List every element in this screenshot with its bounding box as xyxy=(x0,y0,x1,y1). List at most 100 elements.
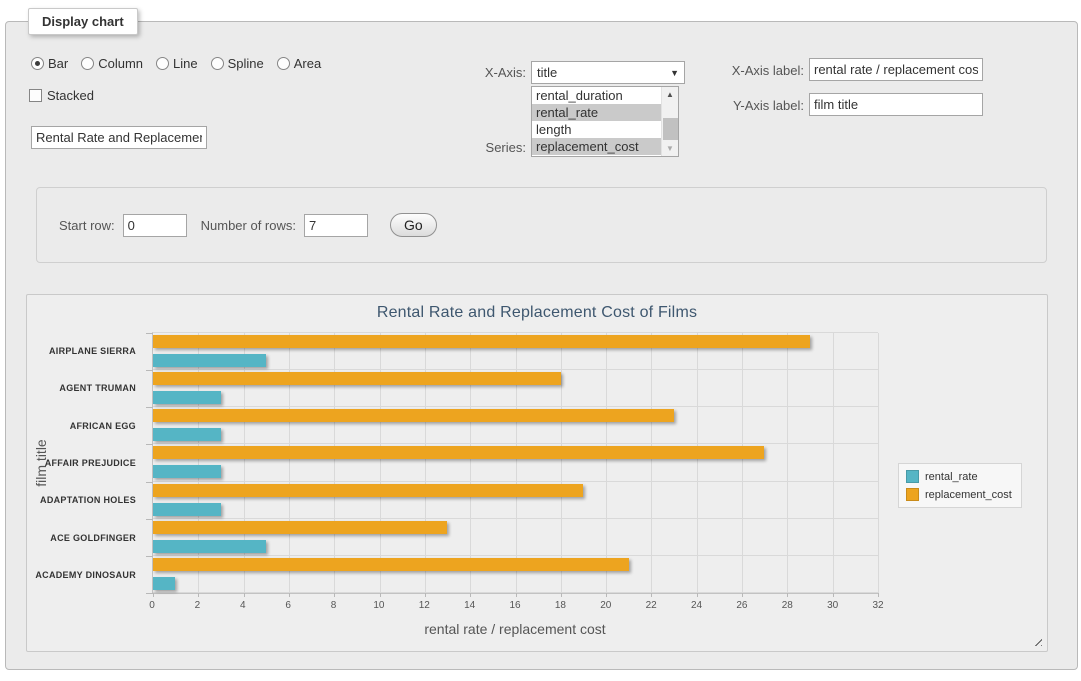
y-tick-mark xyxy=(146,482,153,483)
x-tick-mark xyxy=(289,593,290,597)
series-option-length[interactable]: length xyxy=(532,121,661,138)
radio-label: Column xyxy=(98,56,143,71)
legend-item-replacement_cost[interactable]: replacement_cost xyxy=(906,488,1012,501)
series-option-replacement_cost[interactable]: replacement_cost xyxy=(532,138,661,155)
category-row xyxy=(153,407,878,444)
bar-rental_rate[interactable] xyxy=(153,465,221,478)
x-axis-selected-value: title xyxy=(537,65,557,80)
x-tick-label: 4 xyxy=(240,600,246,611)
legend-label: replacement_cost xyxy=(925,489,1012,501)
gridline xyxy=(878,333,879,593)
series-listbox: rental_durationrental_ratelengthreplacem… xyxy=(531,86,679,157)
bar-replacement_cost[interactable] xyxy=(153,484,583,497)
radio-label: Spline xyxy=(228,56,264,71)
x-tick-label: 2 xyxy=(195,600,201,611)
x-tick-labels: 02468101214161820222426283032 xyxy=(152,600,878,613)
legend-swatch xyxy=(906,488,919,501)
x-tick-mark xyxy=(380,593,381,597)
panel-title: Display chart xyxy=(42,14,124,29)
x-tick-mark xyxy=(516,593,517,597)
row-range-panel: Start row: Number of rows: Go xyxy=(36,187,1047,263)
bar-replacement_cost[interactable] xyxy=(153,335,810,348)
radio-label: Area xyxy=(294,56,321,71)
series-list-label: Series: xyxy=(376,140,526,155)
x-tick-label: 20 xyxy=(600,600,611,611)
radio-label: Line xyxy=(173,56,198,71)
category-label: AIRPLANE SIERRA xyxy=(27,332,145,369)
bar-rental_rate[interactable] xyxy=(153,577,175,590)
stacked-label: Stacked xyxy=(47,88,94,103)
x-tick-label: 6 xyxy=(285,600,291,611)
x-tick-label: 18 xyxy=(555,600,566,611)
num-rows-label: Number of rows: xyxy=(201,218,296,233)
x-tick-label: 28 xyxy=(782,600,793,611)
x-tick-mark xyxy=(697,593,698,597)
radio-line[interactable]: Line xyxy=(156,56,198,71)
radio-column[interactable]: Column xyxy=(81,56,143,71)
display-chart-tab: Display chart xyxy=(28,8,138,35)
legend-item-rental_rate[interactable]: rental_rate xyxy=(906,470,1012,483)
x-tick-label: 12 xyxy=(419,600,430,611)
category-row xyxy=(153,519,878,556)
bar-rental_rate[interactable] xyxy=(153,503,221,516)
bar-rental_rate[interactable] xyxy=(153,540,266,553)
y-axis-label-input[interactable] xyxy=(809,93,983,116)
y-tick-mark xyxy=(146,444,153,445)
start-row-label: Start row: xyxy=(59,218,115,233)
x-tick-mark xyxy=(742,593,743,597)
x-tick-mark xyxy=(606,593,607,597)
category-row xyxy=(153,333,878,370)
x-tick-mark xyxy=(561,593,562,597)
radio-label: Bar xyxy=(48,56,68,71)
x-tick-mark xyxy=(651,593,652,597)
x-tick-mark xyxy=(334,593,335,597)
bar-replacement_cost[interactable] xyxy=(153,372,561,385)
category-label: AFFAIR PREJUDICE xyxy=(27,444,145,481)
go-button[interactable]: Go xyxy=(390,213,437,237)
category-label: ACADEMY DINOSAUR xyxy=(27,557,145,594)
chart-title-input[interactable] xyxy=(31,126,207,149)
bar-rental_rate[interactable] xyxy=(153,354,266,367)
y-tick-mark xyxy=(146,333,153,334)
category-row xyxy=(153,444,878,481)
bar-rental_rate[interactable] xyxy=(153,391,221,404)
legend-label: rental_rate xyxy=(925,471,978,483)
stacked-checkbox[interactable] xyxy=(29,89,42,102)
radio-bar[interactable]: Bar xyxy=(31,56,68,71)
bar-replacement_cost[interactable] xyxy=(153,409,674,422)
start-row-input[interactable] xyxy=(123,214,187,237)
chart-legend: rental_rate replacement_cost xyxy=(898,463,1022,508)
category-row xyxy=(153,370,878,407)
radio-circle-icon xyxy=(211,57,224,70)
x-tick-label: 16 xyxy=(509,600,520,611)
legend-swatch xyxy=(906,470,919,483)
scroll-down-icon[interactable]: ▼ xyxy=(662,141,678,156)
x-tick-mark xyxy=(153,593,154,597)
category-row xyxy=(153,482,878,519)
radio-area[interactable]: Area xyxy=(277,56,321,71)
x-tick-label: 26 xyxy=(736,600,747,611)
x-tick-mark xyxy=(787,593,788,597)
bar-replacement_cost[interactable] xyxy=(153,558,629,571)
resize-handle-icon[interactable] xyxy=(1031,635,1042,646)
scrollbar-thumb[interactable] xyxy=(663,118,678,140)
radio-spline[interactable]: Spline xyxy=(211,56,264,71)
x-tick-label: 24 xyxy=(691,600,702,611)
x-tick-label: 10 xyxy=(373,600,384,611)
num-rows-input[interactable] xyxy=(304,214,368,237)
category-label: AFRICAN EGG xyxy=(27,407,145,444)
y-tick-mark xyxy=(146,370,153,371)
x-tick-mark xyxy=(470,593,471,597)
chart-type-radios: Bar Column Line Spline Area xyxy=(31,56,321,71)
x-axis-select-label: X-Axis: xyxy=(376,65,526,80)
x-axis-label-input[interactable] xyxy=(809,58,983,81)
radio-circle-icon xyxy=(156,57,169,70)
category-label: ADAPTATION HOLES xyxy=(27,482,145,519)
bar-replacement_cost[interactable] xyxy=(153,521,447,534)
y-tick-mark xyxy=(146,556,153,557)
bar-replacement_cost[interactable] xyxy=(153,446,764,459)
bar-rental_rate[interactable] xyxy=(153,428,221,441)
x-tick-label: 22 xyxy=(646,600,657,611)
stacked-option[interactable]: Stacked xyxy=(29,88,94,103)
x-tick-label: 32 xyxy=(872,600,883,611)
